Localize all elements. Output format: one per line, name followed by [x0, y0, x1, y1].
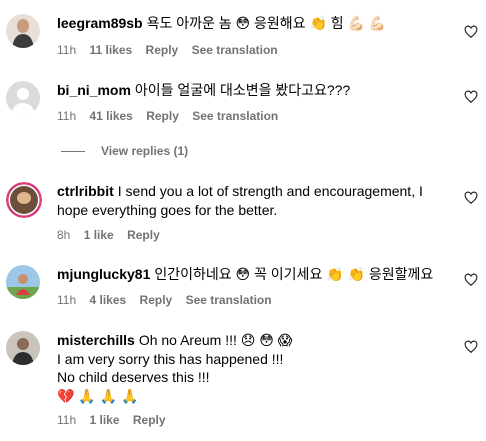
avatar[interactable]: [6, 81, 40, 115]
reply-button[interactable]: Reply: [127, 228, 160, 242]
see-translation-button[interactable]: See translation: [192, 43, 278, 57]
username[interactable]: ctrlribbit: [57, 183, 114, 199]
heart-icon[interactable]: [464, 90, 478, 104]
likes-count[interactable]: 1 like: [84, 228, 114, 242]
timestamp: 11h: [57, 413, 77, 427]
likes-count[interactable]: 1 like: [89, 413, 119, 427]
comment-text: misterchills Oh no Areum !!! 😞 😳 😱 I am v…: [57, 331, 446, 405]
comment-line-3: No child deserves this !!!: [57, 369, 210, 385]
timestamp: 11h: [57, 293, 77, 307]
avatar[interactable]: [6, 182, 42, 218]
comment-meta: 11h 41 likes Reply See translation: [57, 109, 288, 123]
username[interactable]: mjunglucky81: [57, 266, 150, 282]
username[interactable]: leegram89sb: [57, 15, 143, 31]
username[interactable]: bi_ni_mom: [57, 82, 131, 98]
likes-count[interactable]: 11 likes: [89, 43, 132, 57]
timestamp: 8h: [57, 228, 71, 242]
likes-count[interactable]: 4 likes: [89, 293, 126, 307]
comment-line-1: misterchills Oh no Areum !!! 😞 😳 😱: [57, 331, 446, 350]
comment-text: ctrlribbit I send you a lot of strength a…: [57, 182, 446, 219]
comment-meta: 11h 11 likes Reply See translation: [57, 43, 288, 57]
see-translation-button[interactable]: See translation: [192, 109, 278, 123]
comment-meta: 11h 4 likes Reply See translation: [57, 293, 282, 307]
comment-content: 욕도 아까운 놈 😳 응원해요 👏 힘 💪🏻 💪🏻: [146, 15, 387, 31]
comment-line-2: I am very sorry this has happened !!!: [57, 350, 284, 367]
comment-content: Oh no Areum !!! 😞 😳 😱: [138, 332, 293, 348]
reply-button[interactable]: Reply: [140, 293, 173, 307]
reply-button[interactable]: Reply: [146, 43, 179, 57]
comment-text: mjunglucky81 인간이하네요 😳 꼭 이기세요 👏 👏 응원할께요: [57, 265, 446, 284]
comment-text: bi_ni_mom 아이들 얼굴에 대소변을 봤다고요???: [57, 81, 446, 100]
see-translation-button[interactable]: See translation: [186, 293, 272, 307]
comment-meta: 11h 1 like Reply: [57, 413, 176, 427]
avatar[interactable]: [6, 331, 40, 365]
reply-button[interactable]: Reply: [146, 109, 179, 123]
comment-line-4: 💔 🙏 🙏 🙏: [57, 387, 139, 404]
comment-meta: 8h 1 like Reply: [57, 228, 170, 242]
heart-icon[interactable]: [464, 191, 478, 205]
heart-icon[interactable]: [464, 25, 478, 39]
view-replies-button[interactable]: View replies (1): [101, 144, 188, 158]
avatar[interactable]: [6, 265, 40, 299]
reply-button[interactable]: Reply: [133, 413, 166, 427]
heart-icon[interactable]: [464, 340, 478, 354]
comment-content: 아이들 얼굴에 대소변을 봤다고요???: [134, 82, 351, 98]
comment-content: 인간이하네요 😳 꼭 이기세요 👏 👏 응원할께요: [154, 266, 434, 282]
timestamp: 11h: [57, 109, 77, 123]
username[interactable]: misterchills: [57, 332, 135, 348]
heart-icon[interactable]: [464, 273, 478, 287]
comment-text: leegram89sb 욕도 아까운 놈 😳 응원해요 👏 힘 💪🏻 💪🏻: [57, 14, 446, 33]
timestamp: 11h: [57, 43, 77, 57]
view-replies-divider: [61, 151, 85, 152]
avatar[interactable]: [6, 14, 40, 48]
likes-count[interactable]: 41 likes: [89, 109, 132, 123]
